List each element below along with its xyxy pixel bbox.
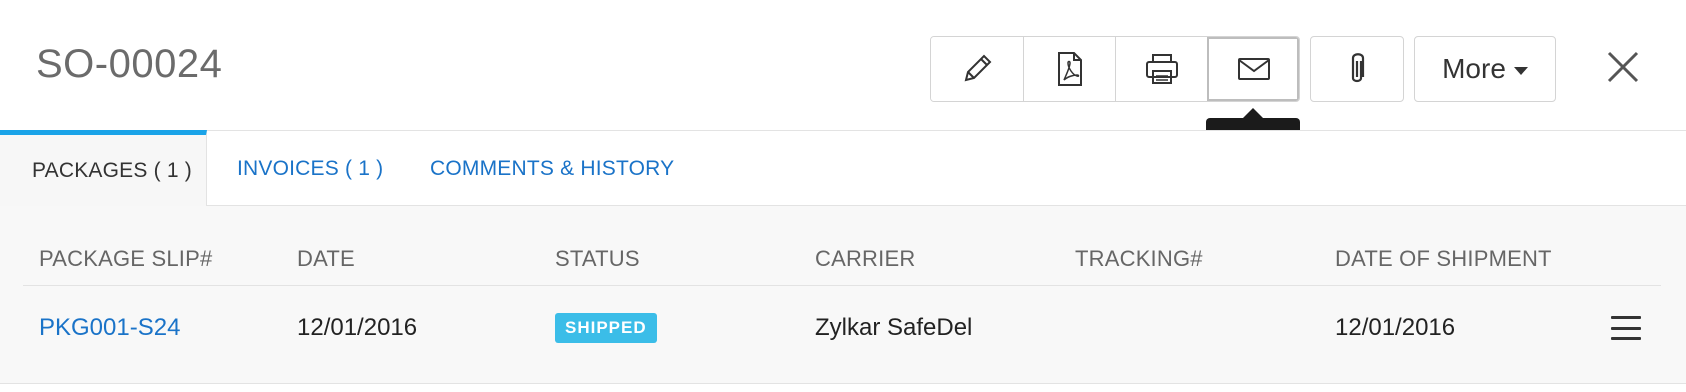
print-button[interactable] — [1115, 37, 1207, 101]
column-header-tracking: TRACKING# — [1075, 246, 1203, 271]
paperclip-icon — [1351, 53, 1365, 83]
tabs-bar: PACKAGES ( 1 ) INVOICES ( 1 ) COMMENTS &… — [0, 130, 1686, 207]
action-button-group — [930, 36, 1300, 102]
pencil-icon — [964, 54, 992, 82]
more-dropdown-button[interactable]: More — [1414, 36, 1556, 102]
package-slip-link[interactable]: PKG001-S24 — [39, 286, 180, 370]
close-icon — [1607, 51, 1639, 83]
tab-packages[interactable]: PACKAGES ( 1 ) — [0, 130, 207, 207]
status-cell: SHIPPED — [555, 286, 657, 370]
caret-down-icon — [1513, 67, 1528, 75]
row-menu-icon[interactable] — [1611, 316, 1641, 340]
date-of-shipment: 12/01/2016 — [1335, 314, 1456, 341]
package-date: 12/01/2016 — [297, 314, 418, 341]
envelope-icon — [1237, 58, 1270, 80]
pdf-button[interactable] — [1023, 37, 1115, 101]
toolbar: More — [930, 36, 1556, 102]
table-header: PACKAGE SLIP# DATE STATUS CARRIER TRACKI… — [23, 238, 1661, 286]
email-button[interactable] — [1207, 37, 1299, 101]
table-row: PKG001-S24 12/01/2016 SHIPPED Zylkar Saf… — [23, 286, 1661, 370]
status-badge: SHIPPED — [555, 313, 657, 343]
pdf-icon — [1057, 52, 1082, 86]
page-title: SO-00024 — [36, 42, 223, 86]
close-button[interactable] — [1600, 44, 1646, 90]
column-header-date: DATE — [297, 246, 355, 271]
carrier-name: Zylkar SafeDel — [815, 314, 973, 341]
more-label: More — [1442, 53, 1506, 84]
tab-comments-history[interactable]: COMMENTS & HISTORY — [430, 131, 674, 207]
attach-button[interactable] — [1310, 36, 1404, 102]
column-header-carrier: CARRIER — [815, 246, 916, 271]
column-header-package-slip: PACKAGE SLIP# — [39, 246, 213, 271]
column-header-status: STATUS — [555, 246, 640, 271]
tab-invoices[interactable]: INVOICES ( 1 ) — [237, 131, 383, 207]
printer-icon — [1145, 54, 1178, 84]
edit-button[interactable] — [931, 37, 1023, 101]
sales-order-detail: SO-00024 More PACKAGES (1) INVOICES (… — [0, 0, 1686, 392]
packages-table: PACKAGE SLIP# DATE STATUS CARRIER TRACKI… — [0, 206, 1686, 384]
column-header-date-of-shipment: DATE OF SHIPMENT — [1335, 246, 1552, 271]
